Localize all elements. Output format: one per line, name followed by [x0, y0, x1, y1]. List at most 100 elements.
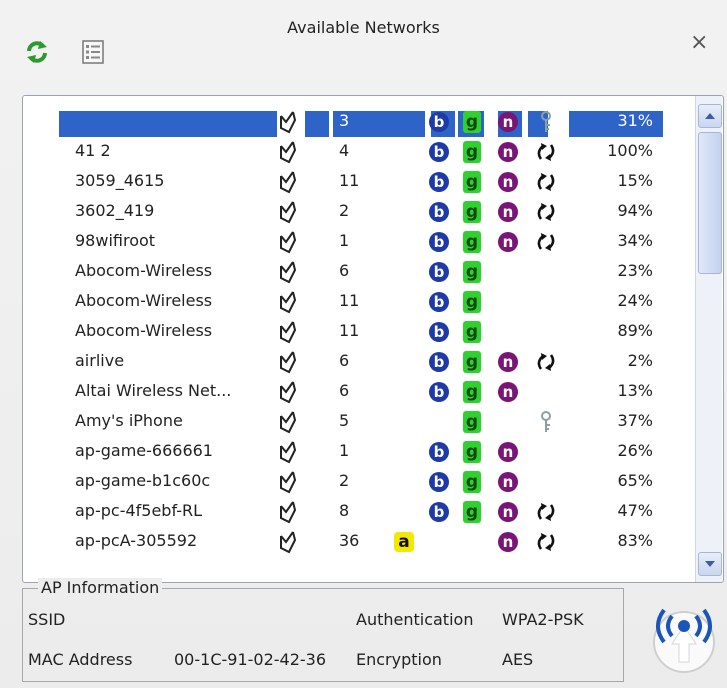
network-channel: 8	[339, 501, 350, 520]
mode-b-icon: b	[428, 291, 450, 313]
network-ssid: Amy's iPhone	[75, 411, 183, 430]
arrows-icon	[535, 501, 557, 523]
mode-g-icon: g	[461, 111, 483, 133]
mode-b-icon: b	[428, 471, 450, 493]
svg-text:g: g	[466, 292, 478, 312]
mode-b-icon: b	[428, 351, 450, 373]
network-channel: 5	[339, 411, 350, 430]
mode-b-icon: b	[428, 201, 450, 223]
network-row[interactable]: ap-pcA-305592 36 a n 83%	[23, 526, 693, 556]
mode-g-icon: g	[461, 201, 483, 223]
mode-n-icon: n	[497, 231, 519, 253]
network-row[interactable]: Abocom-Wireless 11 b g 89%	[23, 316, 693, 346]
mode-n-icon: n	[497, 351, 519, 373]
mode-g-icon: g	[461, 261, 483, 283]
infrastructure-icon	[277, 526, 299, 556]
mode-g-icon: g	[461, 441, 483, 463]
network-channel: 11	[339, 171, 360, 190]
svg-text:g: g	[466, 112, 478, 132]
svg-text:g: g	[466, 202, 478, 222]
network-row[interactable]: ap-game-b1c60c 2 b g n 65%	[23, 466, 693, 496]
svg-text:b: b	[434, 143, 445, 161]
network-row[interactable]: 3059_4615 11 b g n 15%	[23, 166, 693, 196]
encryption-label: Encryption	[356, 650, 442, 669]
svg-text:b: b	[434, 353, 445, 371]
scroll-thumb[interactable]	[698, 132, 722, 274]
wifi-signal-icon[interactable]	[646, 600, 722, 676]
network-signal: 47%	[617, 501, 653, 520]
key-icon	[535, 111, 557, 133]
infrastructure-icon	[277, 106, 299, 136]
svg-text:g: g	[466, 142, 478, 162]
key-icon	[535, 411, 557, 433]
network-row[interactable]: airlive 6 b g n 2%	[23, 346, 693, 376]
svg-text:n: n	[503, 353, 514, 371]
mode-b-icon: b	[428, 441, 450, 463]
network-row[interactable]: ap-pc-4f5ebf-RL 8 b g n 47%	[23, 496, 693, 526]
svg-text:g: g	[466, 412, 478, 432]
svg-text:a: a	[398, 532, 409, 552]
close-icon[interactable]: ×	[690, 32, 708, 54]
refresh-icon[interactable]	[24, 39, 50, 65]
mode-b-icon: b	[428, 501, 450, 523]
network-row[interactable]: 41 2 4 b g n 100%	[23, 136, 693, 166]
network-channel: 6	[339, 351, 350, 370]
svg-text:n: n	[503, 383, 514, 401]
network-signal: 89%	[617, 321, 653, 340]
network-row[interactable]: 3602_419 2 b g n 94%	[23, 196, 693, 226]
network-row[interactable]: Altai Wireless Net... 6 b g n 13%	[23, 376, 693, 406]
network-ssid	[75, 106, 275, 136]
network-ssid: airlive	[75, 351, 125, 370]
network-row[interactable]: Abocom-Wireless 6 b g 23%	[23, 256, 693, 286]
mode-g-icon: g	[461, 471, 483, 493]
svg-text:g: g	[466, 322, 478, 342]
svg-text:n: n	[503, 503, 514, 521]
svg-text:n: n	[503, 233, 514, 251]
svg-text:g: g	[466, 502, 478, 522]
arrows-icon	[535, 141, 557, 163]
authentication-value: WPA2-PSK	[502, 610, 584, 629]
svg-text:g: g	[466, 232, 478, 252]
svg-text:n: n	[503, 113, 514, 131]
network-ssid: 98wifiroot	[75, 231, 156, 250]
mode-n-icon: n	[497, 471, 519, 493]
infrastructure-icon	[277, 376, 299, 406]
svg-text:b: b	[434, 203, 445, 221]
network-channel: 6	[339, 261, 350, 280]
network-channel: 1	[339, 441, 350, 460]
network-row[interactable]: 3 b g n 31%	[23, 106, 693, 137]
network-signal: 24%	[617, 291, 653, 310]
network-ssid: Abocom-Wireless	[75, 291, 213, 310]
network-signal: 23%	[617, 261, 653, 280]
svg-text:g: g	[466, 172, 478, 192]
network-row[interactable]: Abocom-Wireless 11 b g 24%	[23, 286, 693, 316]
svg-text:b: b	[434, 173, 445, 191]
network-signal: 83%	[617, 531, 653, 550]
network-row[interactable]: Amy's iPhone 5 g 37%	[23, 406, 693, 436]
network-row[interactable]: ap-game-666661 1 b g n 26%	[23, 436, 693, 466]
scroll-down-icon[interactable]	[698, 552, 722, 576]
infrastructure-icon	[277, 136, 299, 166]
network-ssid: Abocom-Wireless	[75, 261, 213, 280]
network-channel: 1	[339, 231, 350, 250]
mode-g-icon: g	[461, 501, 483, 523]
arrows-icon	[535, 531, 557, 553]
svg-text:g: g	[466, 262, 478, 282]
network-list[interactable]: 3 b g n 31% 41 2 4 b g n 100% 3059_4615 11 b g n 15% 3602…	[22, 95, 724, 583]
mode-g-icon: g	[461, 321, 483, 343]
mode-g-icon: g	[461, 411, 483, 433]
network-ssid: ap-pcA-305592	[75, 531, 198, 550]
svg-text:n: n	[503, 473, 514, 491]
network-signal: 2%	[627, 351, 653, 370]
network-signal: 94%	[617, 201, 653, 220]
network-channel: 3	[339, 111, 350, 130]
encryption-value: AES	[502, 650, 534, 669]
svg-text:b: b	[434, 113, 445, 131]
mode-n-icon: n	[497, 441, 519, 463]
network-channel: 2	[339, 471, 350, 490]
network-row[interactable]: 98wifiroot 1 b g n 34%	[23, 226, 693, 256]
list-view-icon[interactable]	[80, 39, 106, 65]
selection-highlight	[305, 111, 329, 137]
vertical-scrollbar[interactable]	[695, 96, 722, 582]
scroll-up-icon[interactable]	[698, 104, 722, 128]
